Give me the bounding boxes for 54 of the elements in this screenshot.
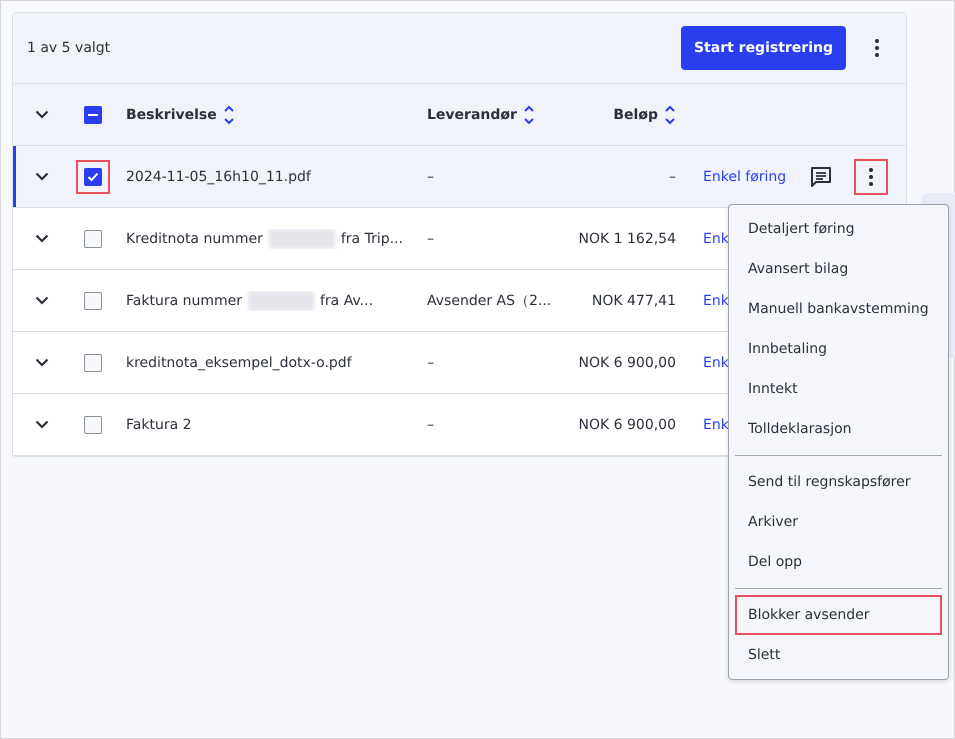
simple-entry-link[interactable]: Enk (703, 292, 729, 308)
amount-text: NOK 477,41 (592, 292, 676, 308)
amount-text: – (669, 168, 676, 184)
simple-entry-link[interactable]: Enk (703, 230, 729, 246)
supplier-text: – (427, 230, 434, 246)
table-row[interactable]: 2024-11-05_16h10_11.pdf – – Enkel føring (13, 146, 906, 208)
description-text: Faktura 2 (126, 416, 192, 432)
menu-item[interactable]: Blokker avsender (735, 595, 942, 635)
chevron-down-icon[interactable] (35, 420, 49, 429)
description-text: Faktura nummer (126, 292, 242, 308)
amount-text: NOK 6 900,00 (578, 416, 676, 432)
simple-entry-link[interactable]: Enk (703, 416, 729, 432)
column-header[interactable]: Leverandør (427, 106, 517, 122)
sort-icon[interactable] (222, 104, 235, 124)
comment-icon[interactable] (810, 166, 832, 188)
checkbox[interactable] (84, 416, 102, 434)
more-icon (869, 168, 874, 186)
sort-icon[interactable] (522, 104, 535, 124)
chevron-down-icon[interactable] (35, 358, 49, 367)
description-text: kreditnota_eksempel_dotx-o.pdf (126, 354, 352, 370)
supplier-text: – (427, 416, 434, 432)
more-button[interactable] (854, 158, 888, 194)
menu-item[interactable]: Del opp (735, 542, 942, 582)
supplier-text: – (427, 168, 434, 184)
checkbox[interactable] (84, 168, 102, 186)
selection-count: 1 av 5 valgt (27, 40, 112, 56)
supplier-text: Avsender AS（2... (427, 292, 552, 310)
menu-item[interactable]: Slett (735, 635, 942, 675)
more-icon (875, 39, 879, 57)
sort-icon[interactable] (664, 104, 676, 124)
chevron-down-icon[interactable] (35, 110, 49, 119)
simple-entry-link[interactable]: Enk (703, 354, 729, 370)
checkbox[interactable] (84, 292, 102, 310)
description-text: Kreditnota nummer (126, 230, 263, 246)
amount-text: NOK 6 900,00 (578, 354, 676, 370)
start-registration-button[interactable]: Start registrering (680, 26, 846, 70)
checkbox[interactable] (84, 106, 102, 124)
description-text: 2024-11-05_16h10_11.pdf (126, 168, 311, 184)
checkbox[interactable] (84, 354, 102, 372)
menu-item[interactable]: Arkiver (735, 502, 942, 542)
minus-icon (88, 114, 98, 116)
menu-item[interactable]: Send til regnskapsfører (735, 462, 942, 502)
supplier-text: – (427, 354, 434, 370)
simple-entry-link[interactable]: Enkel føring (703, 168, 786, 184)
chevron-down-icon[interactable] (35, 234, 49, 243)
check-icon (86, 172, 98, 182)
amount-text: NOK 1 162,54 (578, 230, 676, 246)
column-header[interactable]: Beløp (613, 106, 658, 122)
chevron-down-icon[interactable] (35, 172, 49, 181)
description-text: fra Av... (320, 292, 374, 308)
column-header[interactable]: Beskrivelse (126, 106, 217, 122)
chevron-down-icon[interactable] (35, 296, 49, 305)
description-text: fra Trip... (340, 230, 403, 246)
checkbox[interactable] (84, 230, 102, 248)
